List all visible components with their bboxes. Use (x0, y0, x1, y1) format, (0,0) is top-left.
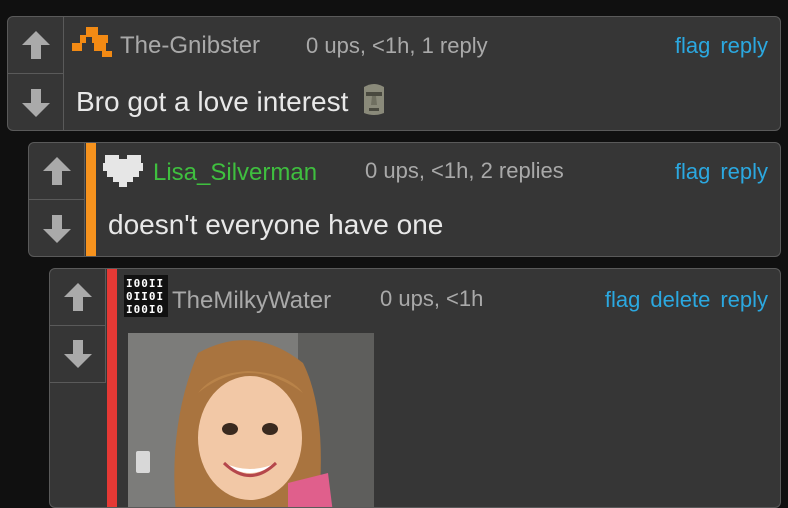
smiling-girl-photo[interactable] (128, 333, 374, 507)
moai-emoji (364, 84, 385, 115)
comment: I00II 0II0I I00I0 TheMilkyWater 0 ups, <… (49, 268, 781, 508)
comment: Lisa_Silverman 0 ups, <1h, 2 replies fla… (28, 142, 781, 257)
reply-link[interactable]: reply (720, 159, 768, 185)
comment-actions: flag delete reply (605, 287, 768, 313)
reply-link[interactable]: reply (720, 287, 768, 313)
flag-link[interactable]: flag (675, 159, 710, 185)
comment-text: Bro got a love interest (76, 86, 349, 117)
vote-column (29, 143, 85, 256)
binary-avatar-icon[interactable]: I00II 0II0I I00I0 (124, 275, 168, 317)
downvote-button[interactable] (29, 200, 85, 256)
comment-actions: flag reply (675, 159, 768, 185)
reply-level-stripe (107, 269, 117, 507)
arrow-down-icon (42, 215, 71, 243)
avatar-line: 0II0I (126, 290, 165, 303)
arrow-down-icon (21, 89, 50, 117)
comment-meta: 0 ups, <1h, 2 replies (365, 158, 564, 183)
arrow-up-icon (42, 157, 71, 185)
upvote-button[interactable] (50, 269, 106, 326)
pixel-heart-icon[interactable] (103, 151, 143, 192)
comment: The-Gnibster 0 ups, <1h, 1 reply flag re… (7, 16, 781, 131)
comment-body: doesn't everyone have one (108, 209, 444, 240)
arrow-up-icon (21, 31, 50, 59)
username[interactable]: Lisa_Silverman (153, 159, 317, 187)
upvote-button[interactable] (8, 17, 64, 74)
vote-column (8, 17, 64, 130)
comment-meta: 0 ups, <1h, 1 reply (306, 33, 488, 58)
flag-link[interactable]: flag (605, 287, 640, 313)
vote-column (50, 269, 106, 383)
comment-body: Bro got a love interest (76, 83, 388, 118)
arrow-up-icon (63, 283, 92, 311)
comment-actions: flag reply (675, 33, 768, 59)
reply-link[interactable]: reply (720, 33, 768, 59)
username[interactable]: TheMilkyWater (172, 287, 331, 315)
arrow-down-icon (63, 340, 92, 368)
upvote-button[interactable] (29, 143, 85, 200)
orange-pixel-icon[interactable] (72, 27, 112, 62)
downvote-button[interactable] (50, 326, 106, 383)
reply-level-stripe (86, 143, 96, 256)
delete-link[interactable]: delete (650, 287, 710, 313)
downvote-button[interactable] (8, 74, 64, 130)
username[interactable]: The-Gnibster (120, 32, 260, 60)
comment-meta: 0 ups, <1h (380, 286, 484, 311)
avatar-line: I00II (126, 277, 165, 290)
flag-link[interactable]: flag (675, 33, 710, 59)
avatar-line: I00I0 (126, 303, 165, 316)
